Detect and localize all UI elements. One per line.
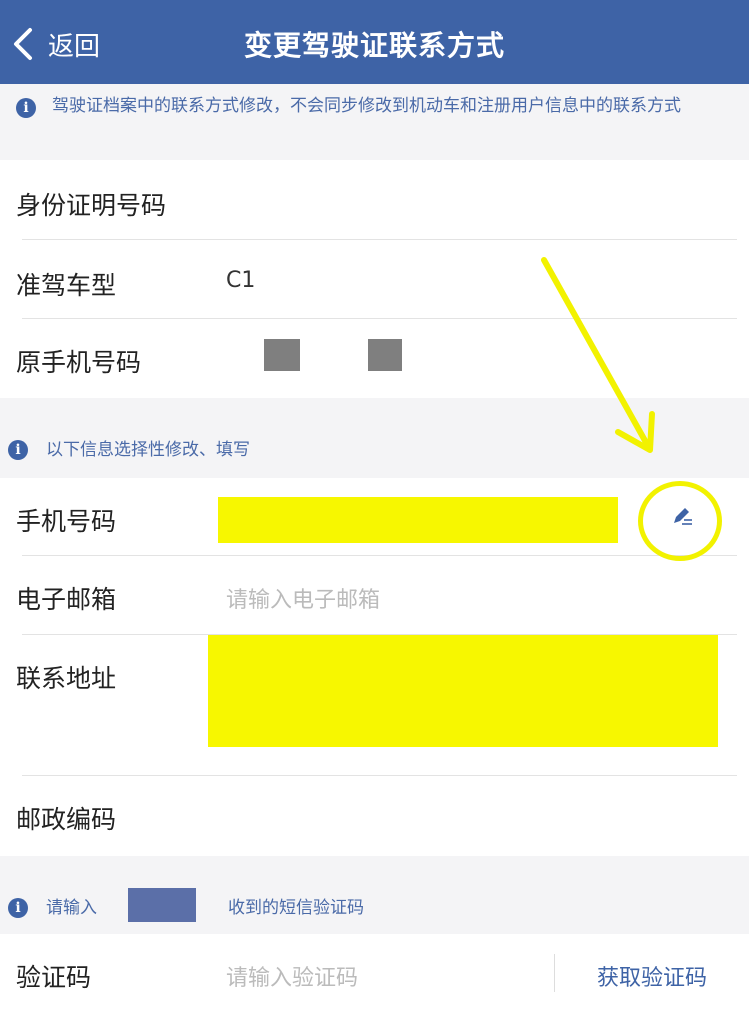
nav-bar: 返回 变更驾驶证联系方式 bbox=[0, 0, 749, 84]
postal-label: 邮政编码 bbox=[16, 805, 117, 834]
page-title: 变更驾驶证联系方式 bbox=[243, 29, 505, 62]
address-input[interactable] bbox=[208, 635, 718, 747]
phone-input[interactable] bbox=[218, 497, 618, 543]
email-label: 电子邮箱 bbox=[16, 585, 117, 614]
notice-top: i 驾驶证档案中的联系方式修改，不会同步修改到机动车和注册用户信息中的联系方式 bbox=[0, 84, 749, 160]
verify-label: 验证码 bbox=[16, 963, 92, 992]
verify-group: 验证码 请输入验证码 获取验证码 bbox=[0, 934, 749, 1010]
edit-group: 手机号码 电子邮箱 请输入电子邮箱 联系地址 邮政编码 bbox=[0, 478, 749, 856]
row-address: 联系地址 bbox=[0, 635, 749, 775]
notice-sms: i 请输入 收到的短信验证码 bbox=[0, 856, 749, 934]
info-icon: i bbox=[8, 898, 28, 918]
row-postal: 邮政编码 bbox=[0, 776, 749, 856]
old-phone-label: 原手机号码 bbox=[16, 348, 142, 377]
row-id-number: 身份证明号码 bbox=[0, 160, 749, 240]
email-input[interactable]: 请输入电子邮箱 bbox=[226, 582, 380, 614]
row-phone: 手机号码 bbox=[0, 478, 749, 556]
notice-mid: i 以下信息选择性修改、填写 bbox=[0, 398, 749, 478]
phone-label: 手机号码 bbox=[16, 507, 117, 536]
address-label: 联系地址 bbox=[16, 664, 117, 693]
sms-prefix: 请输入 bbox=[46, 898, 97, 918]
get-code-button[interactable]: 获取验证码 bbox=[597, 960, 707, 992]
row-verify: 验证码 请输入验证码 获取验证码 bbox=[0, 934, 749, 1010]
row-license-class: 准驾车型 C1 bbox=[0, 240, 749, 320]
redacted-block bbox=[128, 888, 196, 922]
id-number-label: 身份证明号码 bbox=[16, 191, 167, 220]
verify-code-input[interactable]: 请输入验证码 bbox=[226, 960, 358, 992]
annotation-circle bbox=[638, 481, 722, 561]
divider bbox=[554, 954, 555, 992]
row-email: 电子邮箱 请输入电子邮箱 bbox=[0, 556, 749, 634]
license-class-value: C1 bbox=[226, 268, 256, 293]
license-class-label: 准驾车型 bbox=[16, 271, 117, 300]
notice-top-text: 驾驶证档案中的联系方式修改，不会同步修改到机动车和注册用户信息中的联系方式 bbox=[52, 96, 681, 116]
info-icon: i bbox=[8, 440, 28, 460]
sms-suffix: 收到的短信验证码 bbox=[228, 898, 364, 918]
notice-mid-text: 以下信息选择性修改、填写 bbox=[46, 440, 250, 460]
row-old-phone: 原手机号码 bbox=[0, 319, 749, 398]
info-icon: i bbox=[16, 98, 36, 118]
redacted-block bbox=[368, 339, 402, 371]
redacted-block bbox=[264, 339, 300, 371]
info-group: 身份证明号码 准驾车型 C1 原手机号码 bbox=[0, 160, 749, 398]
